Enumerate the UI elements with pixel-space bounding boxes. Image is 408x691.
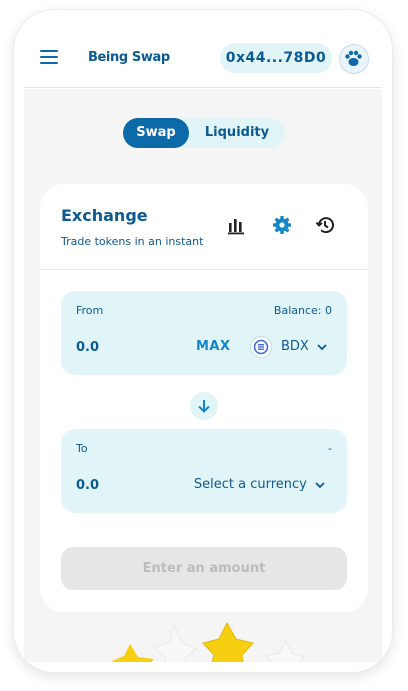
star-icon — [265, 639, 305, 662]
avatar-paw-icon — [345, 50, 362, 66]
phone-frame: Being Swap 0x44...78D0 Swap Liquidity Ex… — [14, 10, 392, 672]
switch-direction-button[interactable] — [190, 392, 218, 420]
from-amount-input[interactable]: 0.0 — [76, 340, 156, 355]
from-label: From — [76, 304, 104, 317]
star-icon — [202, 621, 254, 662]
arrow-down-icon — [198, 400, 210, 413]
tab-liquidity[interactable]: Liquidity — [193, 118, 281, 148]
from-panel: From Balance: 0 0.0 MAX BDX — [61, 291, 347, 375]
card-divider — [40, 269, 368, 270]
decorative-stars — [112, 621, 305, 662]
history-icon[interactable] — [314, 214, 336, 236]
to-balance: - — [328, 442, 332, 455]
chart-icon[interactable] — [226, 214, 248, 236]
card-subtitle: Trade tokens in an instant — [61, 235, 204, 248]
chevron-down-icon — [317, 343, 327, 350]
settings-icon[interactable] — [271, 214, 293, 236]
avatar[interactable] — [339, 44, 369, 74]
main-content: Swap Liquidity Exchange Trade tokens in … — [24, 89, 382, 662]
tab-swap[interactable]: Swap — [123, 118, 189, 148]
wallet-address-button[interactable]: 0x44...78D0 — [220, 43, 332, 73]
hamburger-icon[interactable] — [40, 50, 58, 65]
from-token-selector[interactable]: BDX — [281, 339, 327, 354]
star-icon — [112, 644, 154, 662]
tab-switcher: Swap Liquidity — [123, 118, 285, 148]
star-icon — [153, 623, 197, 662]
to-label: To — [76, 442, 88, 455]
token-bdx-icon — [250, 336, 272, 358]
max-button[interactable]: MAX — [196, 339, 231, 354]
currency-selector[interactable]: Select a currency — [194, 477, 325, 492]
to-amount-input[interactable]: 0.0 — [76, 478, 156, 493]
exchange-card: Exchange Trade tokens in an instant From… — [40, 184, 368, 612]
app-screen: Being Swap 0x44...78D0 Swap Liquidity Ex… — [24, 20, 382, 662]
enter-amount-button[interactable]: Enter an amount — [61, 547, 347, 590]
chevron-down-icon — [315, 481, 325, 488]
app-title: Being Swap — [88, 50, 170, 65]
to-panel: To - 0.0 Select a currency — [61, 429, 347, 513]
currency-selector-label: Select a currency — [193, 477, 307, 492]
from-balance: Balance: 0 — [273, 304, 332, 317]
from-token-label: BDX — [281, 339, 309, 354]
card-title: Exchange — [61, 206, 148, 225]
top-bar: Being Swap 0x44...78D0 — [24, 20, 382, 88]
